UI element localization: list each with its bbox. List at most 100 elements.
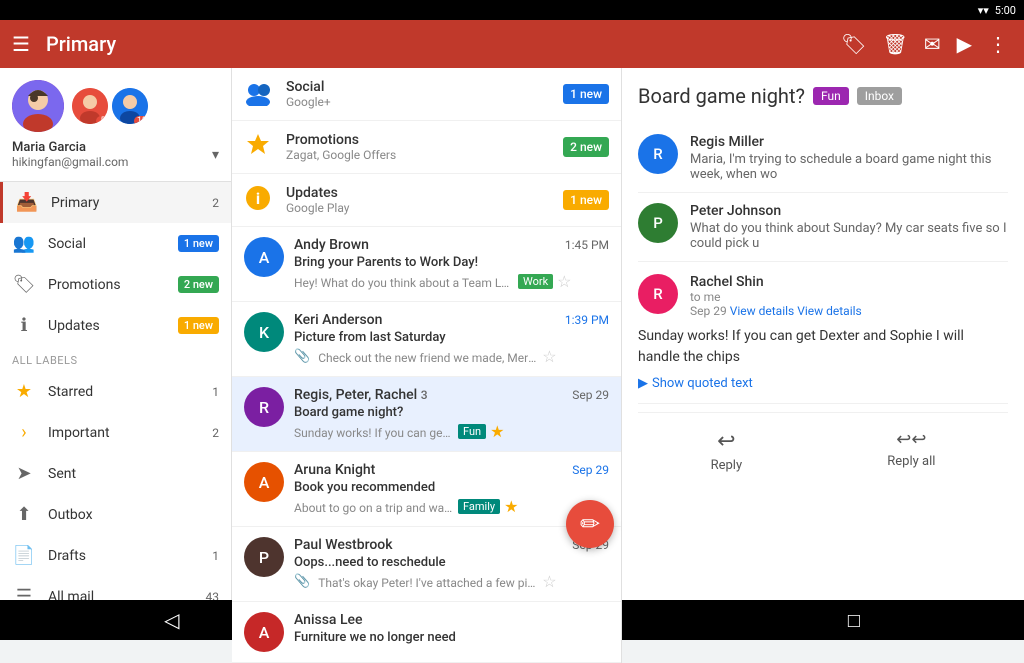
reply-all-button[interactable]: ↩↩ Reply all: [887, 429, 935, 473]
play-icon[interactable]: ▶: [953, 28, 976, 60]
email-icon[interactable]: ✉: [920, 28, 945, 60]
social-name: Social: [286, 79, 563, 95]
updates-info: Updates Google Play: [286, 185, 563, 215]
category-social[interactable]: Social Google+ 1 new: [232, 68, 621, 121]
reply-button[interactable]: ↩ Reply: [711, 429, 743, 473]
fun-tag: Fun: [813, 87, 849, 105]
email-row-5[interactable]: P Paul Westbrook Sep 29 Oops...need to r…: [232, 527, 621, 602]
thread-preview-1: Maria, I'm trying to schedule a board ga…: [690, 152, 1008, 182]
star-5[interactable]: ☆: [542, 572, 556, 591]
thread-info-1: Regis Miller Maria, I'm trying to schedu…: [690, 134, 1008, 182]
email-avatar-4: A: [244, 462, 284, 502]
sidebar-count-primary: 2: [212, 196, 219, 210]
tag-icon: 🏷: [12, 274, 36, 295]
attachment-icon-2: 📎: [294, 349, 310, 364]
reply-label: Reply: [711, 458, 743, 473]
back-button[interactable]: ◁: [164, 608, 179, 632]
updates-badge: 1 new: [178, 317, 219, 334]
subject-5: Oops...need to reschedule: [294, 555, 609, 570]
subject-1: Bring your Parents to Work Day!: [294, 255, 609, 270]
star-1[interactable]: ☆: [557, 272, 571, 291]
account-dropdown-icon[interactable]: ▾: [212, 147, 219, 163]
email-row-6[interactable]: A Anissa Lee Furniture we no longer need: [232, 602, 621, 663]
category-updates[interactable]: i Updates Google Play 1 new: [232, 174, 621, 227]
updates-category-icon: i: [244, 184, 276, 216]
time: 5:00: [995, 4, 1016, 17]
sidebar-item-primary[interactable]: 📥 Primary 2: [0, 182, 231, 223]
more-options-icon[interactable]: ⋮: [984, 28, 1012, 60]
sidebar-item-promotions[interactable]: 🏷 Promotions 2 new: [0, 264, 231, 305]
expanded-body: Sunday works! If you can get Dexter and …: [638, 326, 1008, 368]
sender-2: Keri Anderson: [294, 312, 382, 328]
avatar-main[interactable]: [12, 80, 64, 132]
compose-fab[interactable]: ✏: [566, 500, 614, 548]
thread-info-2: Peter Johnson What do you think about Su…: [690, 203, 1008, 251]
tag-family: Family: [458, 499, 500, 514]
thread-avatar-2: P: [638, 203, 678, 243]
sidebar-item-outbox[interactable]: ⬆ Outbox: [0, 494, 231, 535]
sidebar-item-sent[interactable]: ➤ Sent: [0, 453, 231, 494]
email-header-6: Anissa Lee: [294, 612, 609, 628]
time-2: 1:39 PM: [565, 313, 609, 327]
show-quoted-text[interactable]: ▶ Show quoted text: [638, 376, 1008, 391]
social-category-icon: [244, 78, 276, 110]
sidebar-count-drafts: 1: [212, 549, 219, 563]
updates-name: Updates: [286, 185, 563, 201]
expanded-message: R Rachel Shin to me Sep 29 View details …: [638, 262, 1008, 404]
star-4[interactable]: ★: [504, 497, 518, 516]
sidebar-label-important: Important: [48, 425, 212, 441]
sidebar-item-important[interactable]: › Important 2: [0, 412, 231, 453]
email-row-3[interactable]: R Regis, Peter, Rachel 3 Sep 29 Board ga…: [232, 377, 621, 452]
email-header-4: Aruna Knight Sep 29: [294, 462, 609, 478]
star-3[interactable]: ★: [490, 422, 504, 441]
important-icon: ›: [12, 422, 36, 443]
sender-6: Anissa Lee: [294, 612, 363, 628]
avatar-secondary-2[interactable]: 10: [112, 88, 148, 124]
thread-message-2[interactable]: P Peter Johnson What do you think about …: [638, 193, 1008, 262]
view-details-link[interactable]: View details: [730, 304, 795, 318]
sidebar-label-starred: Starred: [48, 384, 212, 400]
avatar-secondary-1[interactable]: 5: [72, 88, 108, 124]
email-avatar-5: P: [244, 537, 284, 577]
tags-2: 📎 Check out the new friend we made, Merr…: [294, 347, 609, 366]
email-row-4[interactable]: A Aruna Knight Sep 29 Book you recommend…: [232, 452, 621, 527]
sidebar-item-updates[interactable]: ℹ Updates 1 new: [0, 305, 231, 346]
email-row-2[interactable]: K Keri Anderson 1:39 PM Picture from las…: [232, 302, 621, 377]
sender-5: Paul Westbrook: [294, 537, 393, 553]
tags-5: 📎 That's okay Peter! I've attached a few…: [294, 572, 609, 591]
updates-sub: Google Play: [286, 201, 563, 215]
thread-message-1[interactable]: R Regis Miller Maria, I'm trying to sche…: [638, 124, 1008, 193]
view-details-text[interactable]: View details: [797, 304, 862, 318]
recents-button[interactable]: □: [848, 608, 860, 633]
email-content-5: Paul Westbrook Sep 29 Oops...need to res…: [294, 537, 609, 591]
delete-icon[interactable]: 🗑: [878, 28, 911, 60]
reply-actions: ↩ Reply ↩↩ Reply all: [638, 412, 1008, 481]
label-icon[interactable]: 🏷: [837, 28, 870, 60]
account-name: Maria Garcia: [12, 140, 128, 155]
promotions-badge: 2 new: [178, 276, 219, 293]
email-avatar-1: A: [244, 237, 284, 277]
sidebar-item-social[interactable]: 👥 Social 1 new: [0, 223, 231, 264]
sidebar-item-drafts[interactable]: 📄 Drafts 1: [0, 535, 231, 576]
subject-6: Furniture we no longer need: [294, 630, 609, 645]
preview-3: Sunday works! If you can get Dexter and …: [294, 426, 454, 440]
sidebar-item-starred[interactable]: ★ Starred 1: [0, 371, 231, 412]
email-list-wrapper: Social Google+ 1 new Promotions Zagat, G…: [232, 68, 622, 600]
social-info: Social Google+: [286, 79, 563, 109]
hamburger-menu[interactable]: ☰: [12, 32, 30, 56]
account-email: hikingfan@gmail.com: [12, 155, 128, 169]
sidebar-count-allmail: 43: [206, 590, 220, 601]
sender-3: Regis, Peter, Rachel 3: [294, 387, 428, 403]
sidebar-label-sent: Sent: [48, 466, 219, 482]
social-badge: 1 new: [178, 235, 219, 252]
category-promotions[interactable]: Promotions Zagat, Google Offers 2 new: [232, 121, 621, 174]
email-row-1[interactable]: A Andy Brown 1:45 PM Bring your Parents …: [232, 227, 621, 302]
sidebar-item-allmail[interactable]: ☰ All mail 43: [0, 576, 231, 600]
promotions-cat-badge: 2 new: [563, 137, 609, 157]
email-detail: Board game night? Fun Inbox R Regis Mill…: [622, 68, 1024, 600]
time-3: Sep 29: [572, 388, 609, 402]
email-content-4: Aruna Knight Sep 29 Book you recommended…: [294, 462, 609, 516]
status-bar: ▾▾ 5:00: [0, 0, 1024, 20]
expanded-sender-info: Rachel Shin to me Sep 29 View details Vi…: [690, 274, 862, 318]
star-2[interactable]: ☆: [542, 347, 556, 366]
